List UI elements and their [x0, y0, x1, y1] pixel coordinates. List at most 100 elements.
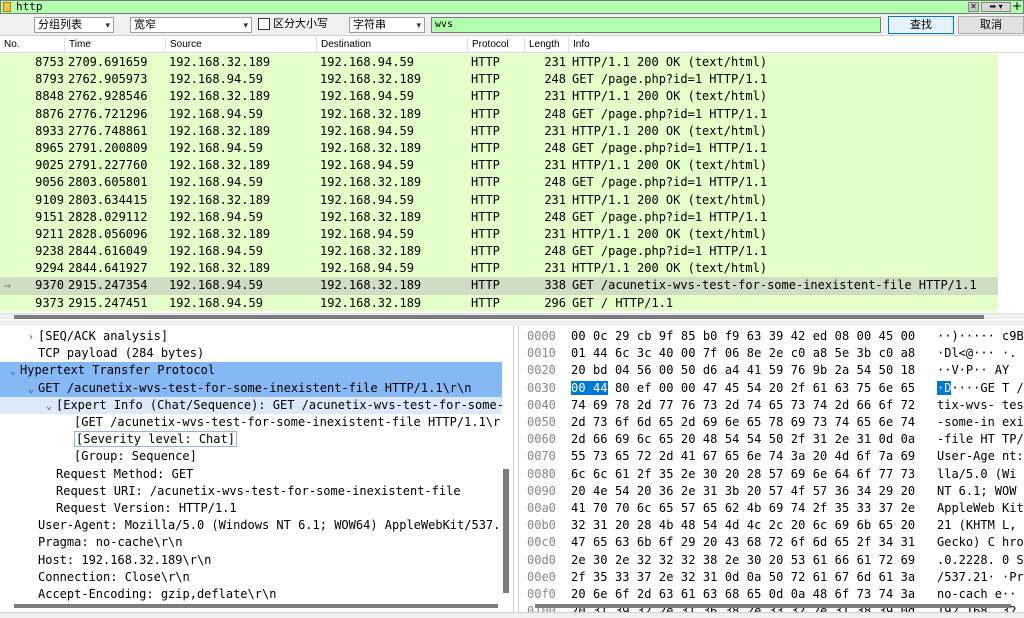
- clear-filter-icon[interactable]: ✕: [968, 2, 979, 12]
- packet-details-pane[interactable]: › [SEQ/ACK analysis] TCP payload (284 byte…: [0, 326, 514, 612]
- column-header-source[interactable]: Source: [166, 37, 317, 53]
- bytes-row[interactable]: 0060 2d 66 69 6c 65 20 48 54 54 50 2f 31 …: [519, 431, 1024, 448]
- packet-row[interactable]: 8876 2776.721296 192.168.94.59 192.168.32.1…: [0, 105, 998, 123]
- detail-tree-item[interactable]: Request Method: GET: [0, 466, 502, 483]
- detail-tree-item[interactable]: User-Agent: Mozilla/5.0 (Windows NT 6.1;…: [0, 517, 502, 534]
- ascii-bytes[interactable]: ·Dl<@··· ·.: [937, 345, 1016, 362]
- packet-row[interactable]: 8933 2776.748861 192.168.32.189 192.168.94.…: [0, 122, 998, 140]
- packet-row[interactable]: 9056 2803.605801 192.168.94.59 192.168.32.1…: [0, 174, 998, 192]
- column-header-protocol[interactable]: Protocol: [468, 37, 525, 53]
- hex-bytes[interactable]: 00 0c 29 cb 9f 85 b0 f9 63 39 42 ed 08 0…: [571, 328, 915, 345]
- packet-row[interactable]: 9211 2828.056096 192.168.32.189 192.168.94.…: [0, 225, 998, 244]
- hex-bytes[interactable]: 6c 6c 61 2f 35 2e 30 20 28 57 69 6e 64 6…: [571, 466, 915, 483]
- ascii-bytes[interactable]: ·D····GE T /: [937, 380, 1024, 397]
- bookmark-icon[interactable]: [3, 2, 11, 12]
- detail-tree-item[interactable]: ⌄ Hypertext Transfer Protocol: [0, 362, 502, 380]
- detail-tree-item[interactable]: ⌄ GET /acunetix-wvs-test-for-some-inexist…: [0, 379, 502, 397]
- bytes-row[interactable]: 0010 01 44 6c 3c 40 00 7f 06 8e 2e c0 a8 …: [519, 345, 1024, 362]
- expand-arrow-icon[interactable]: ›: [24, 329, 38, 345]
- ascii-bytes[interactable]: -file HT TP/: [937, 431, 1024, 448]
- search-string-input[interactable]: wvs: [431, 17, 881, 33]
- hex-bytes[interactable]: 2d 66 69 6c 65 20 48 54 54 50 2f 31 2e 3…: [571, 431, 915, 448]
- packet-row[interactable]: → 9370 2915.247354 192.168.94.59 192.168.32.…: [0, 277, 998, 295]
- packet-row[interactable]: 8848 2762.928546 192.168.32.189 192.168.94.…: [0, 88, 998, 106]
- packet-row[interactable]: 8793 2762.905973 192.168.94.59 192.168.32.1…: [0, 71, 998, 89]
- ascii-bytes[interactable]: User-Age nt:: [937, 448, 1024, 465]
- hex-bytes[interactable]: 41 70 70 6c 65 57 65 62 4b 69 74 2f 35 3…: [571, 500, 915, 517]
- bytes-horizontal-scrollbar[interactable]: [535, 604, 1011, 608]
- column-header-time[interactable]: Time: [65, 37, 166, 53]
- bytes-row[interactable]: 0040 74 69 78 2d 77 76 73 2d 74 65 73 74 …: [519, 397, 1024, 414]
- ascii-bytes[interactable]: /537.21· ·Pr: [937, 569, 1024, 586]
- detail-tree-item[interactable]: Accept-Encoding: gzip,deflate\r\n: [0, 586, 502, 603]
- detail-tree-item[interactable]: Host: 192.168.32.189\r\n: [0, 552, 502, 569]
- scrollbar-thumb[interactable]: [14, 315, 984, 319]
- ascii-bytes[interactable]: -some-in exi: [937, 414, 1024, 431]
- character-width-select[interactable]: 宽窄 ▾: [130, 17, 252, 33]
- packet-row[interactable]: 9109 2803.634415 192.168.32.189 192.168.94.…: [0, 191, 998, 209]
- collapse-arrow-icon[interactable]: ⌄: [24, 381, 38, 397]
- hex-bytes[interactable]: 2f 35 33 37 2e 32 31 0d 0a 50 72 61 67 6…: [571, 569, 915, 586]
- hex-bytes[interactable]: 20 bd 04 56 00 50 d6 a4 41 59 76 9b 2a 5…: [571, 362, 915, 379]
- bytes-row[interactable]: 0080 6c 6c 61 2f 35 2e 30 20 28 57 69 6e …: [519, 466, 1024, 483]
- packet-list[interactable]: No. Time Source Destination Protocol Len…: [0, 37, 1024, 311]
- detail-tree-item[interactable]: Request URI: /acunetix-wvs-test-for-some…: [0, 483, 502, 500]
- hex-bytes[interactable]: 2e 30 2e 32 32 32 38 2e 30 20 53 61 66 6…: [571, 552, 915, 569]
- bytes-row[interactable]: 0090 20 4e 54 20 36 2e 31 3b 20 57 4f 57 …: [519, 483, 1024, 500]
- packet-row[interactable]: 9373 2915.247451 192.168.94.59 192.168.32.1…: [0, 294, 998, 311]
- hex-bytes[interactable]: 55 73 65 72 2d 41 67 65 6e 74 3a 20 4d 6…: [571, 448, 915, 465]
- packet-row[interactable]: 8753 2709.691659 192.168.32.189 192.168.94.…: [0, 54, 998, 72]
- detail-tree-item[interactable]: [Severity level: Chat]: [0, 431, 502, 448]
- hex-bytes[interactable]: 20 4e 54 20 36 2e 31 3b 20 57 4f 57 36 3…: [571, 483, 915, 500]
- ascii-bytes[interactable]: tix-wvs- tes: [937, 397, 1024, 414]
- packet-list-horizontal-scrollbar[interactable]: [0, 313, 1024, 319]
- bytes-row[interactable]: 00e0 2f 35 33 37 2e 32 31 0d 0a 50 72 61 …: [519, 569, 1024, 586]
- search-scope-select[interactable]: 分组列表 ▾: [34, 17, 114, 33]
- detail-tree-item[interactable]: › [SEQ/ACK analysis]: [0, 328, 502, 345]
- packet-row[interactable]: 9151 2828.029112 192.168.94.59 192.168.32.1…: [0, 208, 998, 226]
- ascii-bytes[interactable]: .0.2228. 0 S: [937, 552, 1024, 569]
- ascii-bytes[interactable]: Gecko) C hro: [937, 534, 1024, 551]
- display-filter-input[interactable]: http: [16, 1, 43, 13]
- hex-bytes[interactable]: 32 31 20 28 4b 48 54 4d 4c 2c 20 6c 69 6…: [571, 517, 915, 534]
- packet-row[interactable]: 9025 2791.227760 192.168.32.189 192.168.94.…: [0, 157, 998, 175]
- hex-bytes[interactable]: 74 69 78 2d 77 76 73 2d 74 65 73 74 2d 6…: [571, 397, 915, 414]
- collapse-arrow-icon[interactable]: ⌄: [6, 363, 20, 379]
- packet-row[interactable]: 9294 2844.641927 192.168.32.189 192.168.94.…: [0, 260, 998, 278]
- ascii-bytes[interactable]: AppleWeb Kit: [937, 500, 1024, 517]
- bytes-row[interactable]: 0020 20 bd 04 56 00 50 d6 a4 41 59 76 9b …: [519, 362, 1024, 379]
- detail-tree-item[interactable]: TCP payload (284 bytes): [0, 345, 502, 362]
- ascii-bytes[interactable]: no-cach e··: [937, 586, 1016, 603]
- ascii-bytes[interactable]: ··)····· c9B: [937, 328, 1024, 345]
- find-button[interactable]: 查找: [888, 16, 954, 34]
- bytes-row[interactable]: 00c0 47 65 63 6b 6f 29 20 43 68 72 6f 6d …: [519, 534, 1024, 551]
- bytes-row[interactable]: 0030 00 44 80 ef 00 00 47 45 54 20 2f 61 …: [519, 380, 1024, 397]
- packet-row[interactable]: 8965 2791.200809 192.168.94.59 192.168.32.1…: [0, 139, 998, 158]
- hex-bytes[interactable]: 2d 73 6f 6d 65 2d 69 6e 65 78 69 73 74 6…: [571, 414, 915, 431]
- details-horizontal-scrollbar[interactable]: [14, 604, 498, 608]
- column-header-no[interactable]: No.: [0, 37, 65, 53]
- detail-tree-item[interactable]: Request Version: HTTP/1.1: [0, 500, 502, 517]
- detail-tree-item[interactable]: [GET /acunetix-wvs-test-for-some-inexist…: [0, 414, 502, 431]
- detail-tree-item[interactable]: [Group: Sequence]: [0, 448, 502, 465]
- bytes-row[interactable]: 0070 55 73 65 72 2d 41 67 65 6e 74 3a 20 …: [519, 448, 1024, 465]
- column-header-length[interactable]: Length: [525, 37, 569, 53]
- ascii-bytes[interactable]: NT 6.1; WOW: [937, 483, 1016, 500]
- bytes-row[interactable]: 00f0 20 6e 6f 2d 63 61 63 68 65 0d 0a 48 …: [519, 586, 1024, 603]
- search-type-select[interactable]: 字符串 ▾: [349, 17, 425, 33]
- detail-tree-item[interactable]: Connection: Close\r\n: [0, 569, 502, 586]
- bytes-row[interactable]: 00d0 2e 30 2e 32 32 32 38 2e 30 20 53 61 …: [519, 552, 1024, 569]
- case-sensitive-checkbox[interactable]: [258, 18, 270, 30]
- ascii-bytes[interactable]: ··V·P·· AY: [937, 362, 1009, 379]
- apply-filter-icon[interactable]: ➡ ▾: [981, 2, 1011, 12]
- column-header-info[interactable]: Info: [569, 37, 1024, 53]
- cancel-button[interactable]: 取消: [958, 16, 1024, 34]
- ascii-bytes[interactable]: 21 (KHTM L,: [937, 517, 1016, 534]
- details-vertical-scrollbar[interactable]: [503, 469, 509, 593]
- hex-bytes[interactable]: 47 65 63 6b 6f 29 20 43 68 72 6f 6d 65 2…: [571, 534, 915, 551]
- column-header-destination[interactable]: Destination: [317, 37, 468, 53]
- packet-row[interactable]: 9238 2844.616049 192.168.94.59 192.168.32.1…: [0, 243, 998, 261]
- collapse-arrow-icon[interactable]: ⌄: [42, 398, 56, 414]
- hex-bytes[interactable]: 01 44 6c 3c 40 00 7f 06 8e 2e c0 a8 5e 3…: [571, 345, 915, 362]
- detail-tree-item[interactable]: Pragma: no-cache\r\n: [0, 534, 502, 551]
